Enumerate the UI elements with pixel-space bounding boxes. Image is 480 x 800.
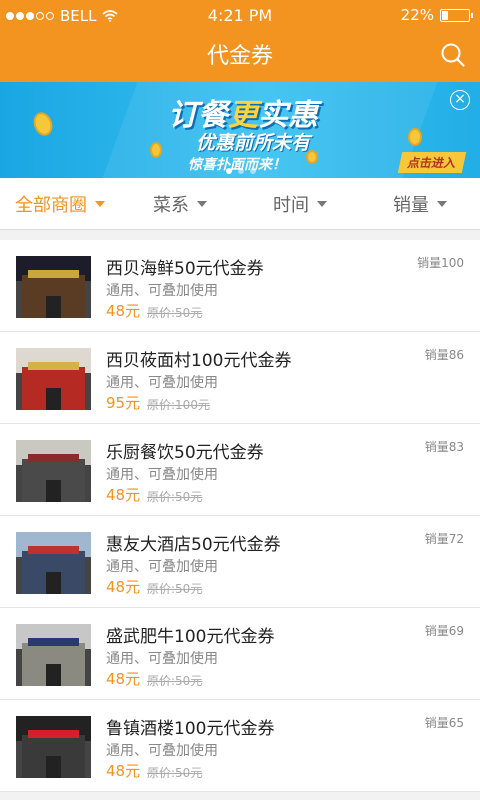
app-header: BELL 4:21 PM 22% 代金券 — [0, 0, 480, 82]
voucher-original-price: 原价:50元 — [147, 490, 203, 504]
caret-down-icon — [437, 200, 447, 207]
voucher-desc: 通用、可叠加使用 — [106, 559, 218, 575]
restaurant-photo — [16, 532, 91, 594]
voucher-list: 西贝海鲜50元代金券 通用、可叠加使用 48元 原价:50元 销量100 西贝莜面村100… — [0, 240, 480, 792]
battery-percent: 22% — [400, 6, 434, 24]
filter-tab[interactable]: 全部商圈 — [0, 178, 120, 229]
voucher-desc: 通用、可叠加使用 — [106, 743, 218, 759]
voucher-price: 95元 — [106, 394, 141, 412]
status-bar: BELL 4:21 PM 22% — [0, 0, 480, 32]
banner-enter-button[interactable]: 点击进入 — [397, 152, 467, 173]
filter-label: 菜系 — [153, 194, 189, 216]
voucher-title: 盛武肥牛100元代金券 — [106, 627, 275, 647]
voucher-item[interactable]: 西贝海鲜50元代金券通用、可叠加使用 48元 原价:50元 销量100 — [0, 240, 480, 332]
coin-icon — [150, 142, 162, 158]
voucher-item[interactable]: 盛武肥牛100元代金券通用、可叠加使用 48元 原价:50元 销量69 — [0, 608, 480, 700]
voucher-desc: 通用、可叠加使用 — [106, 651, 218, 667]
filter-tab[interactable]: 时间 — [240, 178, 360, 229]
voucher-desc: 通用、可叠加使用 — [106, 467, 218, 483]
voucher-sales: 销量100 — [417, 256, 464, 270]
voucher-original-price: 原价:50元 — [147, 766, 203, 780]
voucher-price: 48元 — [106, 762, 141, 780]
voucher-item[interactable]: 乐厨餐饮50元代金券通用、可叠加使用 48元 原价:50元 销量83 — [0, 424, 480, 516]
voucher-sales: 销量72 — [424, 532, 464, 546]
voucher-title: 西贝莜面村100元代金券 — [106, 351, 292, 371]
caret-down-icon — [197, 200, 207, 207]
pager-dot[interactable] — [226, 168, 232, 174]
voucher-item[interactable]: 惠友大酒店50元代金券通用、可叠加使用 48元 原价:50元 销量72 — [0, 516, 480, 608]
voucher-price: 48元 — [106, 578, 141, 596]
search-icon — [441, 43, 465, 67]
voucher-title: 西贝海鲜50元代金券 — [106, 259, 264, 279]
filter-label: 全部商圈 — [15, 194, 87, 216]
voucher-title: 惠友大酒店50元代金券 — [106, 535, 281, 555]
voucher-sales: 销量65 — [424, 716, 464, 730]
voucher-sales: 销量69 — [424, 624, 464, 638]
close-icon[interactable]: × — [450, 90, 470, 110]
restaurant-photo — [16, 348, 91, 410]
filter-bar: 全部商圈 菜系 时间 销量 — [0, 178, 480, 230]
voucher-original-price: 原价:50元 — [147, 674, 203, 688]
pager-dot[interactable] — [250, 168, 256, 174]
filter-tab[interactable]: 菜系 — [120, 178, 240, 229]
voucher-original-price: 原价:100元 — [147, 398, 210, 412]
restaurant-photo — [16, 256, 91, 318]
search-button[interactable] — [440, 42, 466, 68]
restaurant-photo — [16, 624, 91, 686]
voucher-sales: 销量83 — [424, 440, 464, 454]
voucher-desc: 通用、可叠加使用 — [106, 375, 218, 391]
filter-label: 时间 — [273, 194, 309, 216]
filter-label: 销量 — [393, 194, 429, 216]
filter-tab[interactable]: 销量 — [360, 178, 480, 229]
banner-subline: 优惠前所未有 — [196, 132, 311, 154]
restaurant-photo — [16, 440, 91, 502]
voucher-title: 鲁镇酒楼100元代金券 — [106, 719, 275, 739]
page-title: 代金券 — [206, 44, 273, 69]
voucher-price: 48元 — [106, 670, 141, 688]
promo-banner[interactable]: 订餐更实惠 优惠前所未有 惊喜扑面而来！ 点击进入 × — [0, 82, 480, 178]
pager-dot[interactable] — [238, 168, 244, 174]
voucher-original-price: 原价:50元 — [147, 306, 203, 320]
voucher-price: 48元 — [106, 302, 141, 320]
coin-icon — [408, 128, 422, 146]
voucher-title: 乐厨餐饮50元代金券 — [106, 443, 264, 463]
voucher-item[interactable]: 西贝莜面村100元代金券通用、可叠加使用 95元 原价:100元 销量86 — [0, 332, 480, 424]
battery-icon — [440, 8, 473, 22]
voucher-item[interactable]: 鲁镇酒楼100元代金券通用、可叠加使用 48元 原价:50元 销量65 — [0, 700, 480, 792]
banner-pager — [226, 168, 256, 174]
voucher-price: 48元 — [106, 486, 141, 504]
caret-down-icon — [95, 200, 105, 207]
voucher-desc: 通用、可叠加使用 — [106, 283, 218, 299]
voucher-original-price: 原价:50元 — [147, 582, 203, 596]
battery-status: 22% — [400, 6, 473, 24]
caret-down-icon — [317, 200, 327, 207]
voucher-sales: 销量86 — [424, 348, 464, 362]
restaurant-photo — [16, 716, 91, 778]
coin-icon — [30, 109, 56, 139]
